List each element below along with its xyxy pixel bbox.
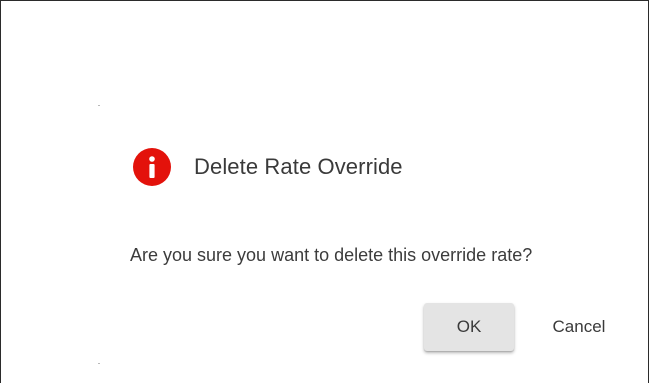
cancel-button[interactable]: Cancel (534, 303, 624, 351)
delete-rate-override-dialog: Delete Rate Override Are you sure you wa… (0, 0, 649, 383)
alert-circle-icon (132, 147, 172, 187)
dialog-message: Are you sure you want to delete this ove… (130, 245, 533, 265)
dialog-header: Delete Rate Override (132, 147, 403, 187)
dialog-title: Delete Rate Override (194, 154, 403, 179)
artifact-dot (98, 105, 100, 106)
artifact-dot (98, 363, 100, 364)
ok-button[interactable]: OK (424, 303, 514, 351)
